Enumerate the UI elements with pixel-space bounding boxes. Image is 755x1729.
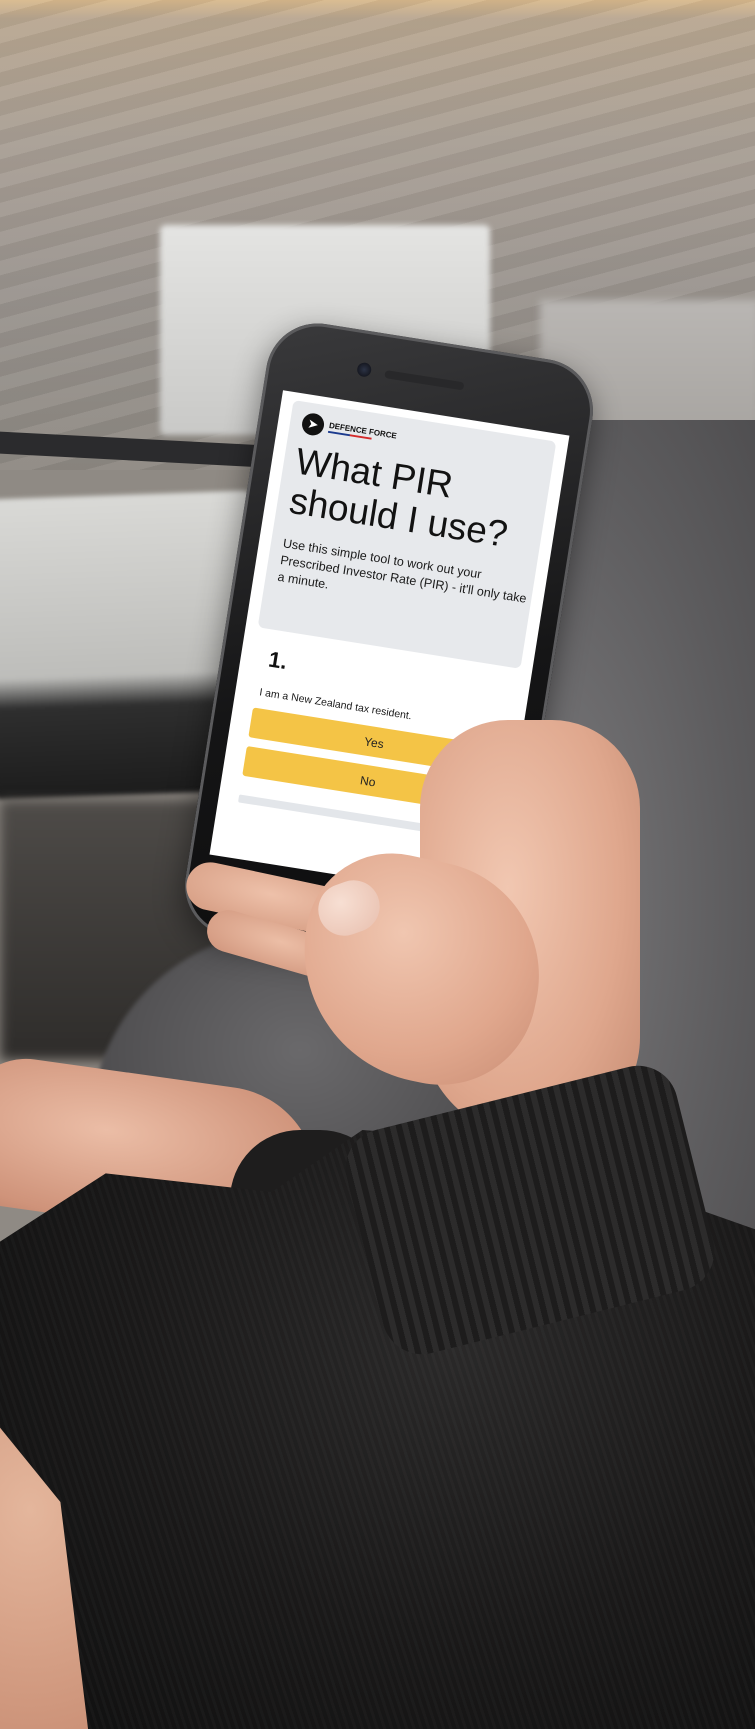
kiwi-arrow-icon: ➤: [300, 411, 326, 437]
step-number: 1.: [266, 646, 289, 675]
photo-scene: ➤ DEFENCE FORCE What PIR should I use? U…: [0, 0, 755, 1729]
camera-icon: [356, 361, 373, 378]
logo-wordmark: DEFENCE FORCE: [327, 420, 397, 443]
speaker-grille: [384, 370, 465, 391]
hero-panel: ➤ DEFENCE FORCE What PIR should I use? U…: [257, 400, 557, 669]
